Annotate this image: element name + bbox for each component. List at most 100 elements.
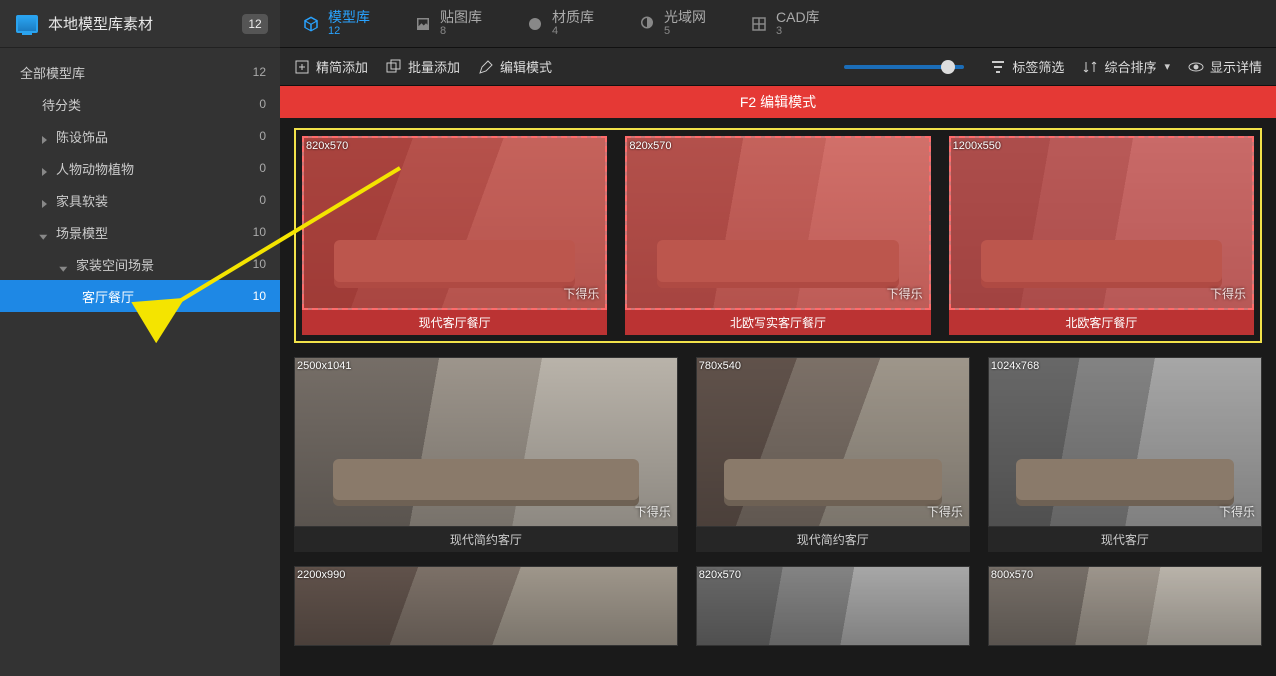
library-tabs: 模型库12 贴图库8 材质库4 光域网5 CAD库3 (280, 0, 1276, 48)
tree-count: 10 (253, 257, 266, 271)
thumbnail[interactable]: 820x570 下得乐 (302, 136, 607, 310)
card-title: 现代客厅餐厅 (302, 310, 607, 335)
tree-living-dining-room[interactable]: 客厅餐厅 10 (0, 280, 280, 312)
model-card[interactable]: 2500x1041 下得乐 现代简约客厅 (294, 357, 678, 552)
model-card[interactable]: 820x570 下得乐 现代客厅餐厅 (302, 136, 607, 335)
tab-count: 4 (552, 25, 594, 38)
dimension-label: 1024x768 (991, 360, 1039, 372)
edit-icon (478, 59, 494, 75)
cube-icon (302, 15, 320, 33)
tab-count: 5 (664, 25, 706, 38)
chevron-down-icon (42, 228, 50, 236)
card-title: 北欧客厅餐厅 (949, 310, 1254, 335)
tab-label: 材质库 (552, 9, 594, 25)
model-card[interactable]: 2200x990 (294, 566, 678, 646)
chevron-right-icon (42, 132, 50, 140)
button-label: 显示详情 (1210, 57, 1262, 76)
tree-scene-models[interactable]: 场景模型 10 (0, 216, 280, 248)
model-card[interactable]: 820x570 (696, 566, 970, 646)
tree-home-space-scene[interactable]: 家装空间场景 10 (0, 248, 280, 280)
tag-filter-button[interactable]: 标签筛选 (990, 57, 1064, 76)
dimension-label: 820x570 (699, 569, 741, 581)
light-icon (638, 15, 656, 33)
watermark: 下得乐 (635, 503, 671, 520)
tab-count: 3 (776, 25, 820, 38)
gallery-row: 2200x990 820x570 800x570 (294, 566, 1262, 646)
add-simple-icon (294, 59, 310, 75)
tree-label: 家装空间场景 (76, 255, 154, 274)
watermark: 下得乐 (1219, 503, 1255, 520)
simple-add-button[interactable]: 精简添加 (294, 57, 368, 76)
toolbar: 精简添加 批量添加 编辑模式 标签筛选 综合排序 ▾ 显示详情 (280, 48, 1276, 86)
tab-label: CAD库 (776, 9, 820, 25)
dimension-label: 820x570 (306, 140, 348, 152)
tab-texture-library[interactable]: 贴图库8 (392, 0, 504, 47)
tree-label: 场景模型 (56, 223, 108, 242)
card-title: 北欧写实客厅餐厅 (625, 310, 930, 335)
image-icon (414, 15, 432, 33)
tree-people-animals-plants[interactable]: 人物动物植物 0 (0, 152, 280, 184)
tab-model-library[interactable]: 模型库12 (280, 0, 392, 47)
watermark: 下得乐 (1210, 285, 1246, 302)
button-label: 编辑模式 (500, 57, 552, 76)
tree-decorations[interactable]: 陈设饰品 0 (0, 120, 280, 152)
thumbnail[interactable]: 1200x550 下得乐 (949, 136, 1254, 310)
eye-icon (1188, 59, 1204, 75)
main: 模型库12 贴图库8 材质库4 光域网5 CAD库3 精简添加 批量添加 (280, 0, 1276, 676)
tree-label: 待分类 (42, 95, 81, 114)
button-label: 综合排序 (1104, 57, 1156, 76)
tree-label: 客厅餐厅 (82, 287, 134, 306)
dimension-label: 2500x1041 (297, 360, 351, 372)
sort-icon (1082, 59, 1098, 75)
model-card[interactable]: 1200x550 下得乐 北欧客厅餐厅 (949, 136, 1254, 335)
thumbnail[interactable]: 820x570 下得乐 (625, 136, 930, 310)
sidebar: 本地模型库素材 12 全部模型库 12 待分类 0 陈设饰品 0 人物动物植物 … (0, 0, 280, 676)
button-label: 精简添加 (316, 57, 368, 76)
gallery-row: 2500x1041 下得乐 现代简约客厅 780x540 下得乐 现代简约客厅 … (294, 357, 1262, 552)
slider-knob[interactable] (941, 60, 955, 74)
tab-cad-library[interactable]: CAD库3 (728, 0, 842, 47)
sidebar-title: 本地模型库素材 (48, 13, 242, 34)
tree-all-models[interactable]: 全部模型库 12 (0, 56, 280, 88)
material-icon (526, 15, 544, 33)
show-detail-button[interactable]: 显示详情 (1188, 57, 1262, 76)
tab-ies-library[interactable]: 光域网5 (616, 0, 728, 47)
watermark: 下得乐 (927, 503, 963, 520)
button-label: 批量添加 (408, 57, 460, 76)
model-card[interactable]: 780x540 下得乐 现代简约客厅 (696, 357, 970, 552)
dimension-label: 820x570 (629, 140, 671, 152)
tree-label: 家具软装 (56, 191, 108, 210)
sort-button[interactable]: 综合排序 ▾ (1082, 57, 1170, 76)
tree-furniture[interactable]: 家具软装 0 (0, 184, 280, 216)
dimension-label: 1200x550 (953, 140, 1001, 152)
tree-label: 全部模型库 (20, 63, 85, 82)
tab-material-library[interactable]: 材质库4 (504, 0, 616, 47)
chevron-right-icon (42, 196, 50, 204)
model-card[interactable]: 800x570 (988, 566, 1262, 646)
thumbnail-size-slider[interactable] (844, 65, 964, 69)
tab-label: 模型库 (328, 9, 370, 25)
batch-add-button[interactable]: 批量添加 (386, 57, 460, 76)
cad-icon (750, 15, 768, 33)
thumbnail[interactable]: 820x570 (696, 566, 970, 646)
sidebar-count-badge: 12 (242, 14, 268, 34)
tab-count: 8 (440, 25, 482, 38)
tree-count: 0 (259, 161, 266, 175)
model-card[interactable]: 1024x768 下得乐 现代客厅 (988, 357, 1262, 552)
card-title: 现代简约客厅 (696, 527, 970, 552)
thumbnail[interactable]: 780x540 下得乐 (696, 357, 970, 527)
tree-count: 0 (259, 97, 266, 111)
model-card[interactable]: 820x570 下得乐 北欧写实客厅餐厅 (625, 136, 930, 335)
model-gallery[interactable]: 820x570 下得乐 现代客厅餐厅 820x570 下得乐 北欧写实客厅餐厅 … (280, 118, 1276, 676)
chevron-down-icon (62, 260, 70, 268)
thumbnail[interactable]: 2200x990 (294, 566, 678, 646)
edit-mode-button[interactable]: 编辑模式 (478, 57, 552, 76)
dimension-label: 800x570 (991, 569, 1033, 581)
thumbnail[interactable]: 2500x1041 下得乐 (294, 357, 678, 527)
tree-count: 0 (259, 129, 266, 143)
tree-uncategorized[interactable]: 待分类 0 (0, 88, 280, 120)
tree-label: 人物动物植物 (56, 159, 134, 178)
thumbnail[interactable]: 1024x768 下得乐 (988, 357, 1262, 527)
thumbnail[interactable]: 800x570 (988, 566, 1262, 646)
filter-icon (990, 59, 1006, 75)
